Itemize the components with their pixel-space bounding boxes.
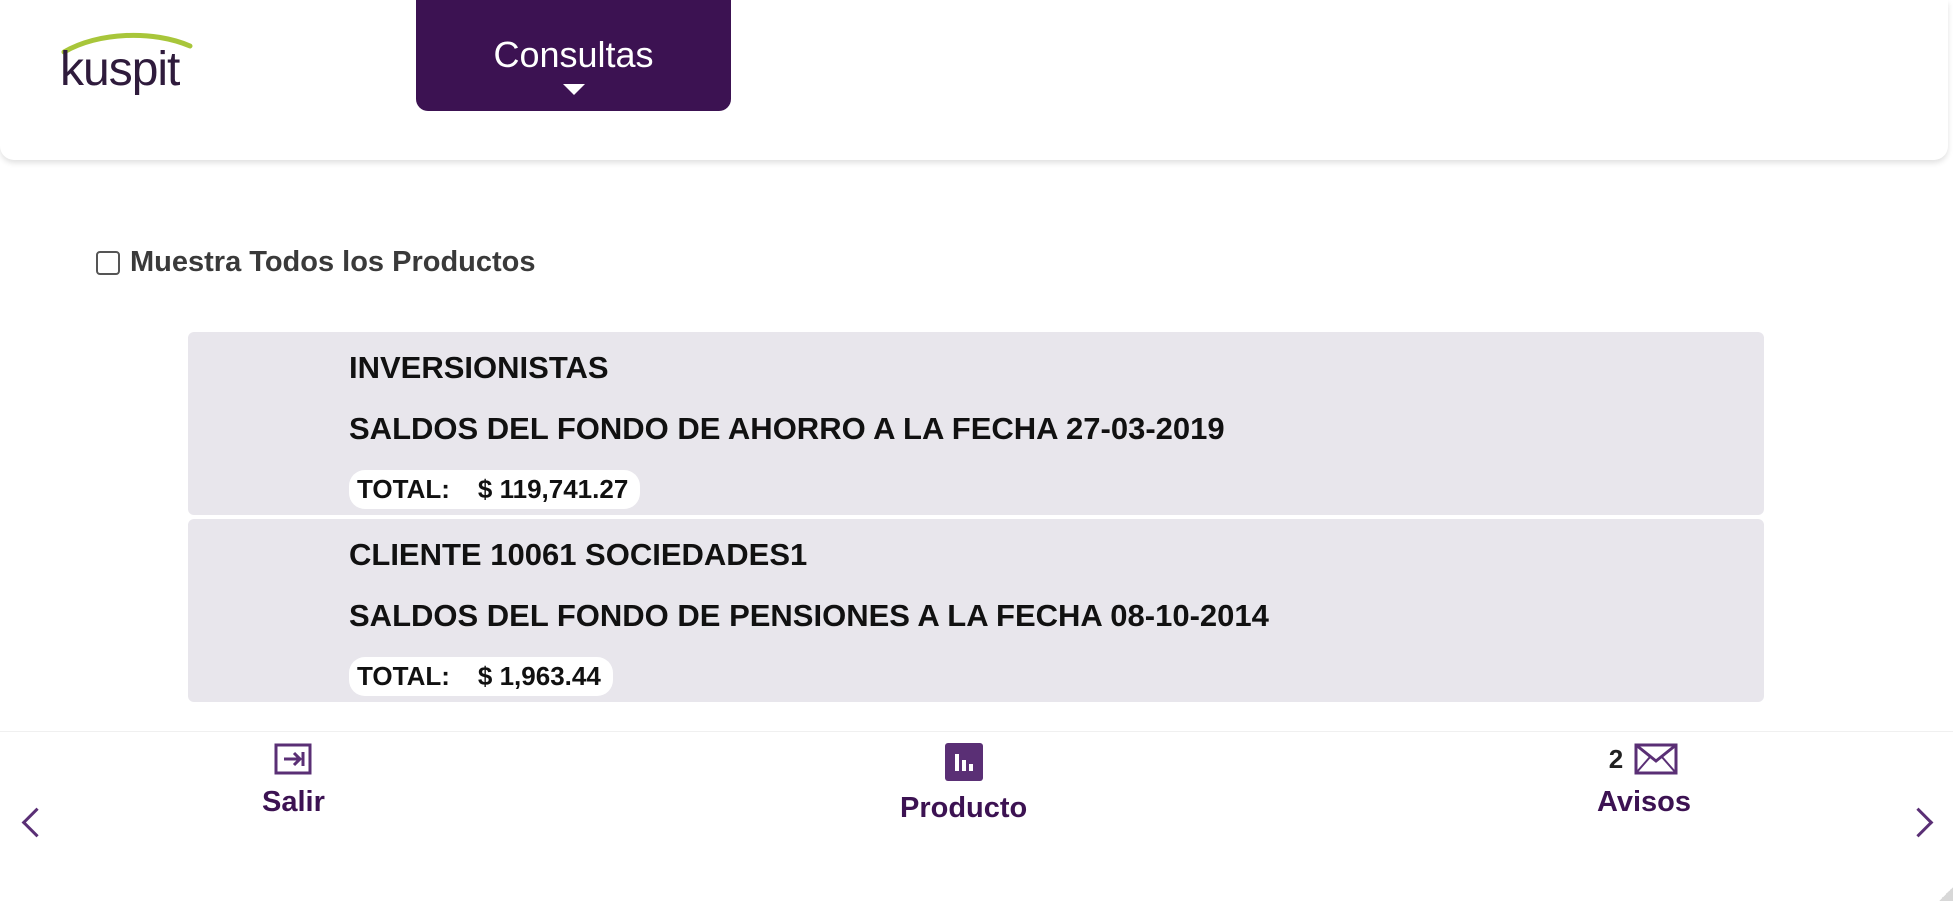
avisos-indicator: 2 [1609, 742, 1679, 776]
nav-avisos-label: Avisos [1597, 786, 1692, 818]
avisos-count-badge: 2 [1608, 743, 1624, 774]
show-all-label: Muestra Todos los Productos [130, 246, 536, 278]
product-subtitle: SALDOS DEL FONDO DE AHORRO A LA FECHA 27… [349, 411, 1225, 446]
caret-down-icon[interactable] [563, 84, 585, 95]
product-title: INVERSIONISTAS [349, 350, 609, 385]
product-subtitle: SALDOS DEL FONDO DE PENSIONES A LA FECHA… [349, 598, 1269, 633]
product-card[interactable]: INVERSIONISTAS SALDOS DEL FONDO DE AHORR… [188, 332, 1764, 515]
total-badge: TOTAL: $ 119,741.27 [349, 470, 641, 509]
nav-salir-label: Salir [262, 786, 325, 818]
chevron-right-icon[interactable] [1903, 807, 1934, 838]
exit-icon [274, 743, 312, 775]
show-all-products-toggle[interactable]: Muestra Todos los Productos [96, 246, 536, 279]
nav-avisos-button[interactable]: 2 Avisos [1597, 742, 1691, 819]
total-label: TOTAL: [357, 474, 450, 504]
total-label: TOTAL: [357, 661, 450, 691]
bottom-navigation: Salir Producto 2 Avisos [0, 731, 1953, 901]
logo-text: kuspit [60, 43, 180, 96]
kuspit-logo[interactable]: kuspit [58, 30, 198, 96]
total-value: $ 1,963.44 [477, 661, 601, 691]
consultas-label: Consultas [493, 34, 654, 75]
total-value: $ 119,741.27 [477, 474, 629, 504]
nav-producto-button[interactable]: Producto [900, 742, 1027, 825]
product-title: CLIENTE 10061 SOCIEDADES1 [349, 537, 808, 572]
total-badge: TOTAL: $ 1,963.44 [349, 657, 613, 696]
nav-salir-button[interactable]: Salir [262, 742, 325, 819]
product-card[interactable]: CLIENTE 10061 SOCIEDADES1 SALDOS DEL FON… [188, 519, 1764, 702]
chevron-left-icon[interactable] [21, 807, 52, 838]
mail-icon [1634, 743, 1678, 775]
resize-handle[interactable] [1939, 887, 1953, 901]
bar-chart-icon [944, 743, 983, 781]
top-header: kuspit Consultas [0, 0, 1948, 160]
nav-producto-label: Producto [900, 792, 1028, 824]
show-all-checkbox[interactable] [96, 250, 120, 275]
